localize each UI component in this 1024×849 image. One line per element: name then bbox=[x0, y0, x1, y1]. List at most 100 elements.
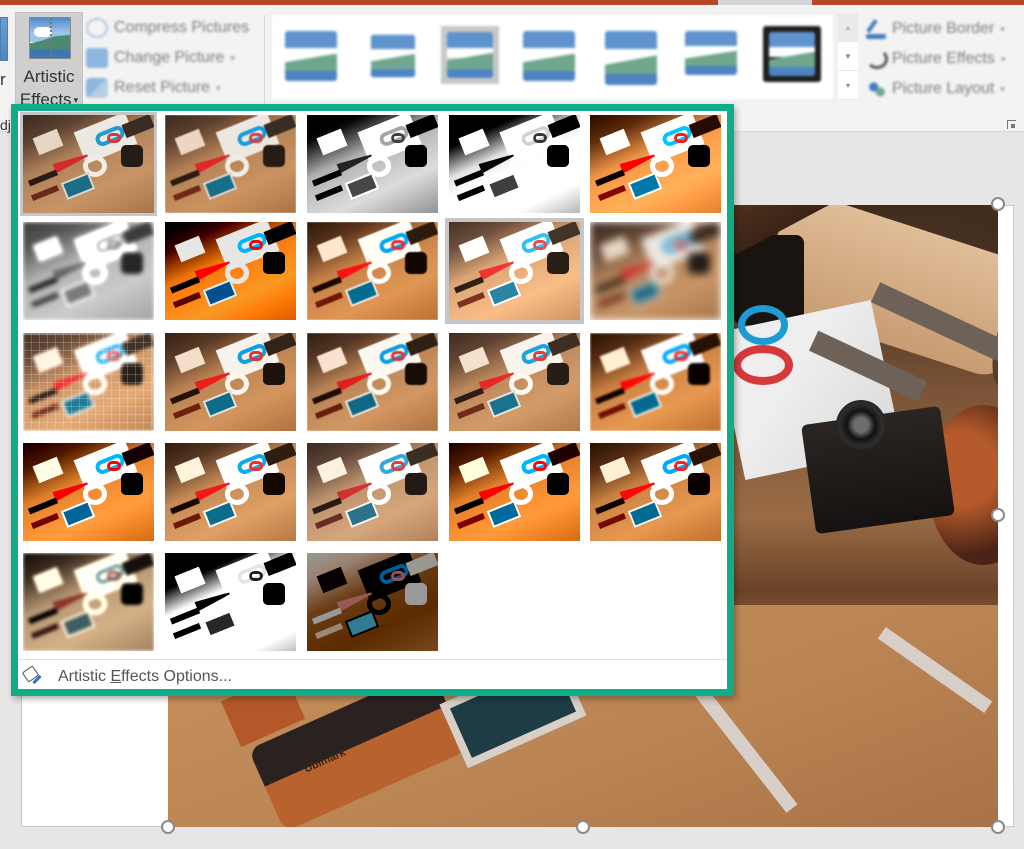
photo-red-print bbox=[733, 345, 793, 385]
artistic-effect-pastels-smooth[interactable] bbox=[449, 443, 580, 541]
chevron-down-icon: ▾ bbox=[1000, 23, 1005, 34]
effect-thumbnail bbox=[23, 553, 154, 651]
resize-handle-bottom-left[interactable] bbox=[161, 820, 175, 834]
artistic-effect-glass[interactable] bbox=[590, 333, 721, 431]
picture-commands: Picture Border ▾ Picture Effects ▾ Pictu… bbox=[866, 14, 1016, 104]
photo-blue-print bbox=[738, 305, 788, 345]
gallery-scroll-up-button[interactable]: ▲ bbox=[838, 13, 858, 42]
artistic-effect-chalk-sketch[interactable] bbox=[23, 222, 154, 320]
effect-thumbnail bbox=[449, 115, 580, 213]
effect-thumbnail bbox=[590, 115, 721, 213]
picture-layout-button[interactable]: Picture Layout ▾ bbox=[866, 74, 1016, 104]
picture-border-icon bbox=[866, 19, 888, 39]
picture-style-1[interactable] bbox=[285, 31, 337, 81]
chevron-down-icon: ▾ bbox=[1000, 83, 1005, 94]
artistic-effect-marker[interactable] bbox=[165, 115, 296, 213]
artistic-effect-none[interactable] bbox=[20, 112, 157, 216]
artistic-effect-texturizer[interactable] bbox=[165, 443, 296, 541]
photo-camera-lens bbox=[836, 400, 886, 450]
picture-effects-icon bbox=[866, 49, 888, 69]
effect-thumbnail bbox=[165, 443, 296, 541]
artistic-effect-watercolor-sponge[interactable] bbox=[165, 333, 296, 431]
effect-thumbnail bbox=[165, 553, 296, 651]
partial-button-label: r bbox=[0, 70, 6, 89]
artistic-effect-paint-brush[interactable] bbox=[307, 222, 438, 320]
picture-style-5[interactable] bbox=[605, 31, 657, 85]
powerpoint-window: r dj Artistic Effects ▾ Compress Pictures… bbox=[0, 0, 1024, 849]
reset-picture-icon bbox=[86, 78, 108, 98]
effect-thumbnail bbox=[307, 443, 438, 541]
effect-thumbnail bbox=[449, 333, 580, 431]
artistic-effect-plastic-wrap[interactable] bbox=[590, 443, 721, 541]
change-picture-button[interactable]: Change Picture ▾ bbox=[86, 43, 261, 73]
resize-handle-top-right[interactable] bbox=[991, 197, 1005, 211]
picture-style-7[interactable] bbox=[763, 26, 821, 82]
partial-button-icon bbox=[0, 17, 8, 61]
picture-layout-label: Picture Layout bbox=[892, 80, 995, 97]
format-picture-dialog-launcher-icon[interactable] bbox=[1007, 120, 1016, 129]
artistic-effects-label-1: Artistic bbox=[23, 67, 75, 86]
artistic-effect-crisscross-etching[interactable] bbox=[307, 443, 438, 541]
gallery-more-button[interactable]: ▾ bbox=[838, 71, 858, 100]
effect-thumbnail bbox=[165, 115, 296, 213]
artistic-effect-glow-edges[interactable] bbox=[307, 553, 438, 651]
chevron-down-icon: ▾ bbox=[216, 82, 221, 93]
paint-brush-icon bbox=[22, 666, 44, 688]
resize-handle-right[interactable] bbox=[991, 508, 1005, 522]
picture-style-2[interactable] bbox=[370, 34, 416, 78]
effect-thumbnail bbox=[307, 222, 438, 320]
effect-thumbnail bbox=[590, 222, 721, 320]
picture-layout-icon bbox=[866, 79, 888, 99]
reset-picture-button[interactable]: Reset Picture ▾ bbox=[86, 73, 261, 103]
artistic-effect-pencil-grayscale[interactable] bbox=[307, 115, 438, 213]
picture-style-3[interactable] bbox=[441, 26, 499, 84]
effect-thumbnail bbox=[449, 443, 580, 541]
artistic-effects-icon bbox=[29, 17, 71, 59]
effect-thumbnail bbox=[449, 222, 580, 320]
picture-effects-button[interactable]: Picture Effects ▾ bbox=[866, 44, 1016, 74]
compress-pictures-icon bbox=[86, 18, 108, 38]
picture-border-button[interactable]: Picture Border ▾ bbox=[866, 14, 1016, 44]
effect-thumbnail bbox=[23, 333, 154, 431]
chevron-down-icon: ▾ bbox=[1000, 53, 1006, 64]
gallery-scroll-down-button[interactable]: ▼ bbox=[838, 42, 858, 71]
effect-thumbnail bbox=[23, 115, 154, 213]
effect-thumbnail bbox=[590, 443, 721, 541]
artistic-effects-gallery bbox=[18, 111, 727, 657]
change-picture-icon bbox=[86, 48, 108, 68]
artistic-effect-glow-diffused[interactable] bbox=[445, 218, 584, 324]
artistic-effect-light-screen[interactable] bbox=[23, 333, 154, 431]
artistic-effect-mosaic-bubbles[interactable] bbox=[449, 333, 580, 431]
adjust-commands: Compress Pictures Change Picture ▾ Reset… bbox=[86, 13, 261, 103]
effect-thumbnail bbox=[165, 222, 296, 320]
resize-handle-bottom[interactable] bbox=[576, 820, 590, 834]
effect-thumbnail bbox=[590, 333, 721, 431]
artistic-effect-cement[interactable] bbox=[23, 443, 154, 541]
artistic-effects-options-button[interactable]: Artistic Effects Options... bbox=[18, 664, 727, 690]
effect-thumbnail bbox=[307, 333, 438, 431]
artistic-effects-dropdown: Artistic Effects Options... bbox=[11, 104, 734, 696]
gallery-scroll: ▲ ▼ ▾ bbox=[838, 13, 858, 101]
compress-pictures-button[interactable]: Compress Pictures bbox=[86, 13, 261, 43]
artistic-effect-blur[interactable] bbox=[590, 222, 721, 320]
artistic-effect-line-drawing[interactable] bbox=[590, 115, 721, 213]
reset-picture-label: Reset Picture bbox=[114, 79, 211, 96]
artistic-effect-paint-strokes[interactable] bbox=[165, 222, 296, 320]
picture-styles-gallery bbox=[270, 13, 835, 101]
resize-handle-bottom-right[interactable] bbox=[991, 820, 1005, 834]
change-picture-label: Change Picture bbox=[114, 49, 225, 66]
effect-thumbnail bbox=[23, 443, 154, 541]
chevron-down-icon: ▾ bbox=[230, 52, 235, 63]
compress-pictures-label: Compress Pictures bbox=[114, 19, 250, 36]
picture-border-label: Picture Border bbox=[892, 20, 995, 37]
picture-style-4[interactable] bbox=[523, 31, 575, 81]
artistic-effects-button[interactable]: Artistic Effects ▾ bbox=[15, 12, 83, 110]
effect-thumbnail bbox=[307, 553, 438, 651]
artistic-effect-cutout[interactable] bbox=[23, 553, 154, 651]
artistic-effect-pencil-sketch[interactable] bbox=[449, 115, 580, 213]
picture-style-6[interactable] bbox=[685, 31, 737, 75]
artistic-effect-photocopy[interactable] bbox=[165, 553, 296, 651]
effect-thumbnail bbox=[23, 222, 154, 320]
effect-thumbnail bbox=[307, 115, 438, 213]
artistic-effect-film-grain[interactable] bbox=[307, 333, 438, 431]
